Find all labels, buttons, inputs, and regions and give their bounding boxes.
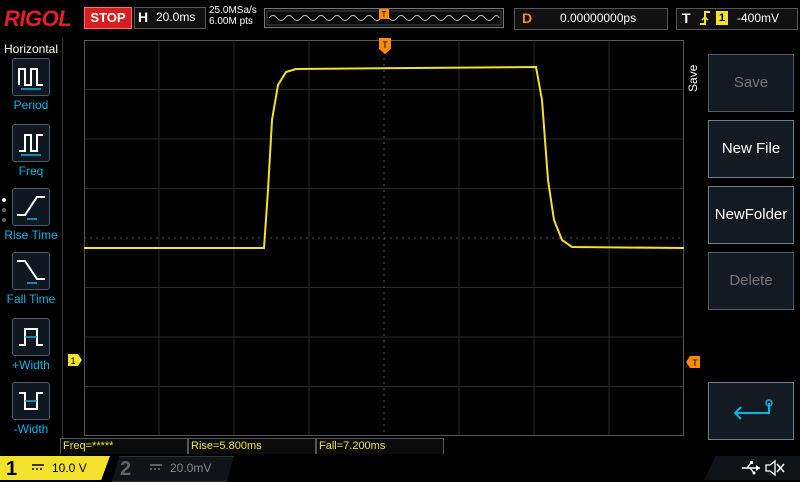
positive-width-icon (12, 318, 50, 356)
memory-trigger-marker: T (379, 9, 389, 19)
measurement-frequency[interactable]: Freq=***** (60, 438, 188, 455)
usb-icon (742, 461, 760, 475)
menu-item-fall-time[interactable]: Fall Time (0, 252, 62, 312)
menu-item-period[interactable]: Period (0, 58, 62, 118)
new-file-button[interactable]: New File (708, 120, 794, 178)
svg-text:T: T (382, 40, 388, 50)
menu-item-label: +Width (12, 358, 50, 372)
channel-1-offset-marker[interactable]: 1 (68, 354, 82, 366)
dc-coupling-icon (150, 464, 162, 470)
measurement-fall-time[interactable]: Fall=7.200ms (316, 438, 444, 455)
dc-coupling-icon (32, 464, 44, 470)
center-axes (84, 40, 684, 436)
menu-item-label: Freq (18, 164, 44, 178)
delay-value: 0.00000000ps (560, 11, 637, 25)
timebase-label: H (138, 9, 149, 25)
save-menu: Save New File NewFolder Delete (700, 40, 800, 440)
timebase-value: 20.0ms (156, 10, 196, 24)
menu-item-freq[interactable]: Freq (0, 124, 62, 184)
menu-item-label: Period (13, 98, 49, 112)
waveform-grid[interactable] (84, 40, 684, 436)
save-menu-title: Save (686, 64, 700, 92)
fall-time-icon (12, 252, 50, 290)
period-icon (12, 58, 50, 96)
channel-1-number: 1 (6, 458, 18, 480)
menu-item-negative-width[interactable]: -Width (0, 382, 62, 442)
rise-time-icon (12, 188, 50, 226)
menu-item-label: Rise Time (4, 228, 58, 242)
channel-1-scale: 10.0 V (52, 461, 87, 475)
enter-return-icon (733, 399, 773, 420)
trigger-source-channel: 1 (716, 11, 728, 25)
menu-item-rise-time[interactable]: Rise Time (0, 188, 62, 248)
menu-title: Horizontal (3, 42, 59, 56)
trigger-position-marker[interactable]: T (379, 38, 391, 54)
new-folder-button[interactable]: NewFolder (708, 186, 794, 244)
memory-overview-bar: T (264, 8, 504, 28)
horizontal-measure-menu: Horizontal Period Freq Rise Time Fall Ti… (0, 38, 63, 438)
speaker-muted-icon[interactable] (764, 458, 786, 478)
trigger-level-value: -400mV (737, 11, 780, 25)
trigger-label: T (682, 10, 691, 26)
save-button[interactable]: Save (708, 54, 794, 112)
menu-item-positive-width[interactable]: +Width (0, 318, 62, 378)
svg-text:1: 1 (70, 356, 75, 366)
menu-page-indicator (2, 198, 8, 228)
svg-text:T: T (382, 10, 387, 19)
rising-edge-icon (700, 11, 710, 25)
delay-label: D (522, 10, 533, 26)
delete-button[interactable]: Delete (708, 252, 794, 310)
trigger-level-marker[interactable]: T (686, 356, 700, 368)
brand-logo: RIGOL (4, 6, 72, 31)
run-stop-status[interactable]: STOP (84, 7, 132, 29)
frequency-icon (12, 124, 50, 162)
svg-text:T: T (692, 358, 698, 368)
menu-item-label: -Width (13, 422, 49, 436)
memory-depth: 6.00M pts (209, 16, 253, 27)
channel-2-scale: 20.0mV (170, 461, 212, 475)
measurement-rise-time[interactable]: Rise=5.800ms (188, 438, 316, 455)
sample-rate: 25.0MSa/s (209, 5, 257, 16)
negative-width-icon (12, 382, 50, 420)
enter-button[interactable] (708, 382, 794, 440)
channel-2-number: 2 (120, 458, 132, 480)
menu-item-label: Fall Time (6, 292, 56, 306)
